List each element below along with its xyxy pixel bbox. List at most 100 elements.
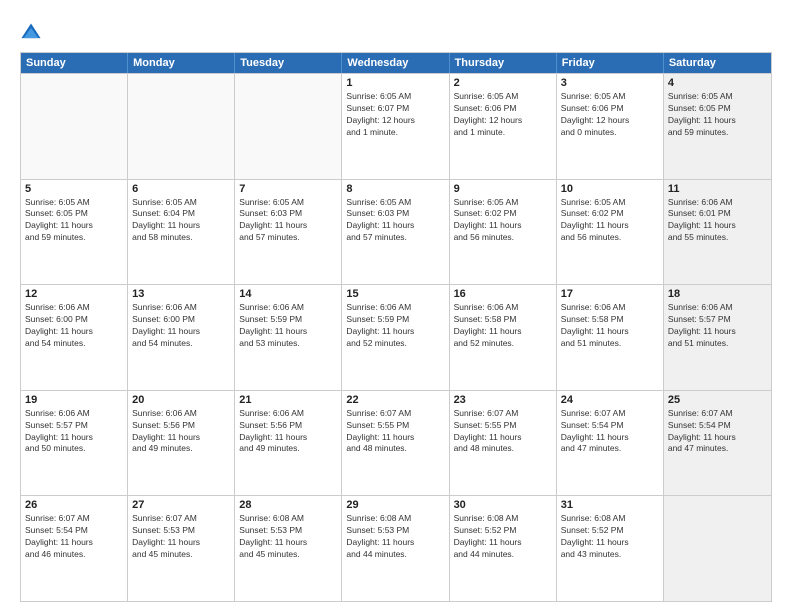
- cell-info: Sunrise: 6:05 AM Sunset: 6:04 PM Dayligh…: [132, 197, 230, 245]
- cell-info: Sunrise: 6:05 AM Sunset: 6:06 PM Dayligh…: [561, 91, 659, 139]
- day-number: 4: [668, 77, 767, 89]
- day-number: 5: [25, 183, 123, 195]
- cell-info: Sunrise: 6:08 AM Sunset: 5:53 PM Dayligh…: [239, 513, 337, 561]
- logo-icon: [20, 22, 42, 44]
- day-cell-22: 22 Sunrise: 6:07 AM Sunset: 5:55 PM Dayli…: [342, 391, 449, 496]
- day-number: 14: [239, 288, 337, 300]
- header-day-saturday: Saturday: [664, 53, 771, 73]
- day-cell-26: 26 Sunrise: 6:07 AM Sunset: 5:54 PM Dayli…: [21, 496, 128, 601]
- day-number: 11: [668, 183, 767, 195]
- day-cell-25: 25Sunrise: 6:07 AM Sunset: 5:54 PM Dayli…: [664, 391, 771, 496]
- day-number: 24: [561, 394, 659, 406]
- day-number: 10: [561, 183, 659, 195]
- header-day-tuesday: Tuesday: [235, 53, 342, 73]
- day-number: 21: [239, 394, 337, 406]
- calendar-row-4: 19Sunrise: 6:06 AM Sunset: 5:57 PM Dayli…: [21, 390, 771, 496]
- day-number: 8: [346, 183, 444, 195]
- day-cell-16: 16 Sunrise: 6:06 AM Sunset: 5:58 PM Dayli…: [450, 285, 557, 390]
- cell-info: Sunrise: 6:08 AM Sunset: 5:52 PM Dayligh…: [561, 513, 659, 561]
- calendar-row-1: 1Sunrise: 6:05 AM Sunset: 6:07 PM Daylig…: [21, 73, 771, 179]
- cell-info: Sunrise: 6:08 AM Sunset: 5:53 PM Dayligh…: [346, 513, 444, 561]
- day-cell-29: 29 Sunrise: 6:08 AM Sunset: 5:53 PM Dayli…: [342, 496, 449, 601]
- day-cell-11: 11 Sunrise: 6:06 AM Sunset: 6:01 PM Dayli…: [664, 180, 771, 285]
- day-number: 23: [454, 394, 552, 406]
- day-cell-21: 21Sunrise: 6:06 AM Sunset: 5:56 PM Dayli…: [235, 391, 342, 496]
- day-number: 22: [346, 394, 444, 406]
- day-cell-13: 13 Sunrise: 6:06 AM Sunset: 6:00 PM Dayli…: [128, 285, 235, 390]
- cell-info: Sunrise: 6:07 AM Sunset: 5:53 PM Dayligh…: [132, 513, 230, 561]
- logo: [20, 22, 46, 44]
- cell-info: Sunrise: 6:07 AM Sunset: 5:55 PM Dayligh…: [346, 408, 444, 456]
- header-day-sunday: Sunday: [21, 53, 128, 73]
- header: [20, 18, 772, 44]
- day-number: 13: [132, 288, 230, 300]
- cell-info: Sunrise: 6:05 AM Sunset: 6:02 PM Dayligh…: [454, 197, 552, 245]
- day-cell-7: 7 Sunrise: 6:05 AM Sunset: 6:03 PM Daylig…: [235, 180, 342, 285]
- header-day-thursday: Thursday: [450, 53, 557, 73]
- day-cell-1: 1Sunrise: 6:05 AM Sunset: 6:07 PM Daylig…: [342, 74, 449, 179]
- day-number: 7: [239, 183, 337, 195]
- cell-info: Sunrise: 6:06 AM Sunset: 6:01 PM Dayligh…: [668, 197, 767, 245]
- day-cell-14: 14 Sunrise: 6:06 AM Sunset: 5:59 PM Dayli…: [235, 285, 342, 390]
- day-cell-30: 30 Sunrise: 6:08 AM Sunset: 5:52 PM Dayli…: [450, 496, 557, 601]
- day-cell-23: 23 Sunrise: 6:07 AM Sunset: 5:55 PM Dayli…: [450, 391, 557, 496]
- day-cell-4: 4 Sunrise: 6:05 AM Sunset: 6:05 PM Daylig…: [664, 74, 771, 179]
- cell-info: Sunrise: 6:06 AM Sunset: 5:58 PM Dayligh…: [561, 302, 659, 350]
- day-cell-2: 2Sunrise: 6:05 AM Sunset: 6:06 PM Daylig…: [450, 74, 557, 179]
- day-number: 25: [668, 394, 767, 406]
- day-cell-31: 31 Sunrise: 6:08 AM Sunset: 5:52 PM Dayli…: [557, 496, 664, 601]
- calendar: SundayMondayTuesdayWednesdayThursdayFrid…: [20, 52, 772, 602]
- day-cell-27: 27 Sunrise: 6:07 AM Sunset: 5:53 PM Dayli…: [128, 496, 235, 601]
- cell-info: Sunrise: 6:06 AM Sunset: 6:00 PM Dayligh…: [132, 302, 230, 350]
- calendar-body: 1Sunrise: 6:05 AM Sunset: 6:07 PM Daylig…: [21, 73, 771, 601]
- cell-info: Sunrise: 6:08 AM Sunset: 5:52 PM Dayligh…: [454, 513, 552, 561]
- empty-cell-4-6: [664, 496, 771, 601]
- empty-cell-0-2: [235, 74, 342, 179]
- calendar-row-2: 5 Sunrise: 6:05 AM Sunset: 6:05 PM Daylig…: [21, 179, 771, 285]
- header-day-monday: Monday: [128, 53, 235, 73]
- day-number: 28: [239, 499, 337, 511]
- day-cell-28: 28 Sunrise: 6:08 AM Sunset: 5:53 PM Dayli…: [235, 496, 342, 601]
- cell-info: Sunrise: 6:06 AM Sunset: 5:59 PM Dayligh…: [239, 302, 337, 350]
- cell-info: Sunrise: 6:05 AM Sunset: 6:05 PM Dayligh…: [25, 197, 123, 245]
- cell-info: Sunrise: 6:07 AM Sunset: 5:54 PM Dayligh…: [25, 513, 123, 561]
- empty-cell-0-1: [128, 74, 235, 179]
- empty-cell-0-0: [21, 74, 128, 179]
- day-cell-9: 9 Sunrise: 6:05 AM Sunset: 6:02 PM Daylig…: [450, 180, 557, 285]
- cell-info: Sunrise: 6:06 AM Sunset: 6:00 PM Dayligh…: [25, 302, 123, 350]
- cell-info: Sunrise: 6:07 AM Sunset: 5:55 PM Dayligh…: [454, 408, 552, 456]
- cell-info: Sunrise: 6:05 AM Sunset: 6:03 PM Dayligh…: [239, 197, 337, 245]
- day-number: 29: [346, 499, 444, 511]
- cell-info: Sunrise: 6:05 AM Sunset: 6:02 PM Dayligh…: [561, 197, 659, 245]
- day-number: 16: [454, 288, 552, 300]
- day-cell-5: 5 Sunrise: 6:05 AM Sunset: 6:05 PM Daylig…: [21, 180, 128, 285]
- cell-info: Sunrise: 6:05 AM Sunset: 6:06 PM Dayligh…: [454, 91, 552, 139]
- day-cell-19: 19Sunrise: 6:06 AM Sunset: 5:57 PM Dayli…: [21, 391, 128, 496]
- day-number: 31: [561, 499, 659, 511]
- calendar-row-3: 12 Sunrise: 6:06 AM Sunset: 6:00 PM Dayli…: [21, 284, 771, 390]
- cell-info: Sunrise: 6:05 AM Sunset: 6:05 PM Dayligh…: [668, 91, 767, 139]
- calendar-header: SundayMondayTuesdayWednesdayThursdayFrid…: [21, 53, 771, 73]
- header-day-wednesday: Wednesday: [342, 53, 449, 73]
- page: SundayMondayTuesdayWednesdayThursdayFrid…: [0, 0, 792, 612]
- cell-info: Sunrise: 6:05 AM Sunset: 6:07 PM Dayligh…: [346, 91, 444, 139]
- day-cell-6: 6 Sunrise: 6:05 AM Sunset: 6:04 PM Daylig…: [128, 180, 235, 285]
- cell-info: Sunrise: 6:05 AM Sunset: 6:03 PM Dayligh…: [346, 197, 444, 245]
- day-number: 30: [454, 499, 552, 511]
- day-cell-20: 20Sunrise: 6:06 AM Sunset: 5:56 PM Dayli…: [128, 391, 235, 496]
- day-number: 18: [668, 288, 767, 300]
- day-number: 26: [25, 499, 123, 511]
- calendar-row-5: 26 Sunrise: 6:07 AM Sunset: 5:54 PM Dayli…: [21, 495, 771, 601]
- cell-info: Sunrise: 6:06 AM Sunset: 5:58 PM Dayligh…: [454, 302, 552, 350]
- header-day-friday: Friday: [557, 53, 664, 73]
- day-number: 20: [132, 394, 230, 406]
- day-cell-15: 15Sunrise: 6:06 AM Sunset: 5:59 PM Dayli…: [342, 285, 449, 390]
- day-number: 12: [25, 288, 123, 300]
- day-cell-12: 12 Sunrise: 6:06 AM Sunset: 6:00 PM Dayli…: [21, 285, 128, 390]
- cell-info: Sunrise: 6:07 AM Sunset: 5:54 PM Dayligh…: [561, 408, 659, 456]
- day-number: 9: [454, 183, 552, 195]
- day-number: 6: [132, 183, 230, 195]
- day-cell-8: 8 Sunrise: 6:05 AM Sunset: 6:03 PM Daylig…: [342, 180, 449, 285]
- cell-info: Sunrise: 6:06 AM Sunset: 5:59 PM Dayligh…: [346, 302, 444, 350]
- day-number: 27: [132, 499, 230, 511]
